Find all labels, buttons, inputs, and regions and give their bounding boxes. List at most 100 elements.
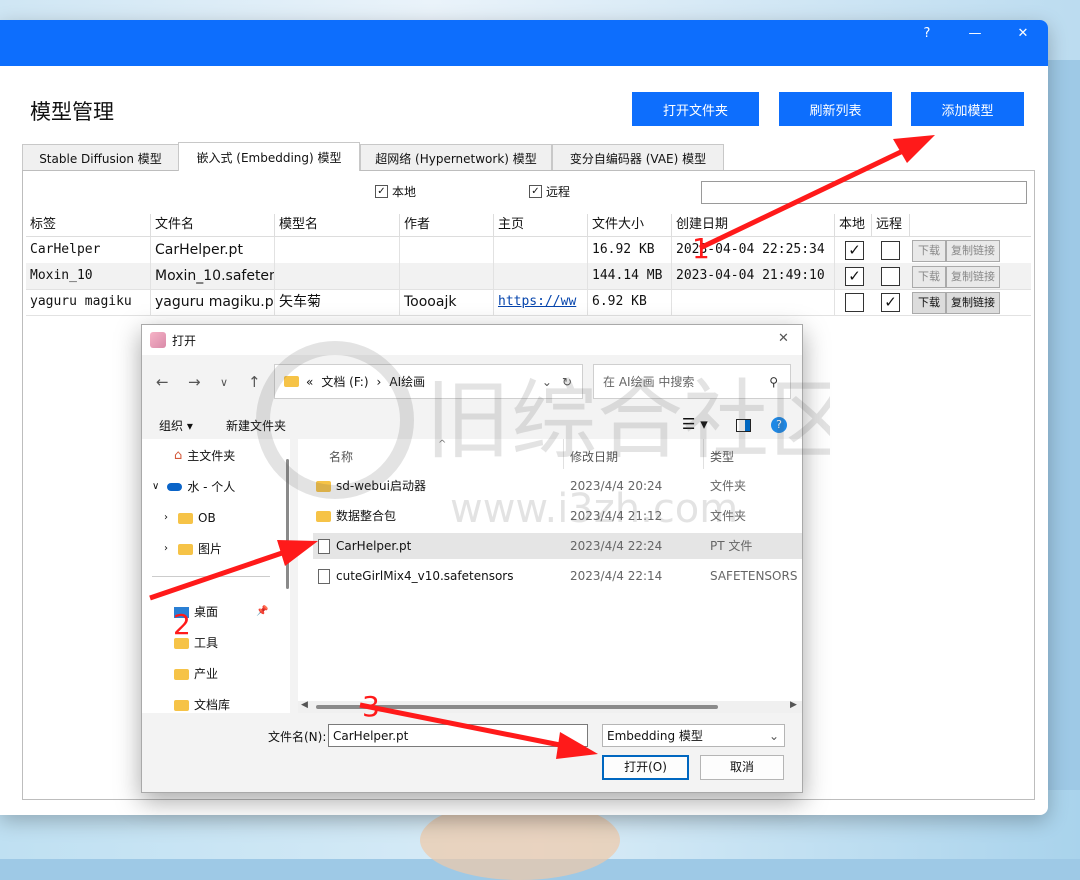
sort-ascending-icon: ^ — [438, 439, 447, 450]
minimize-button[interactable]: — — [960, 26, 990, 46]
dialog-close-button[interactable]: ✕ — [778, 331, 789, 346]
local-checkbox-cell[interactable] — [845, 293, 864, 312]
table-row[interactable]: Moxin_10 Moxin_10.safetens 144.14 MB 202… — [26, 263, 1031, 290]
column-divider[interactable] — [563, 439, 564, 469]
tree-scrollbar[interactable] — [286, 459, 289, 589]
organize-menu[interactable]: 组织 ▾ — [159, 417, 193, 434]
tree-item-pictures[interactable]: › 图片 — [164, 538, 222, 560]
tab-vae[interactable]: 变分自编码器 (VAE) 模型 — [552, 144, 724, 171]
cell-size: 6.92 KB — [588, 289, 672, 315]
filename-input[interactable]: CarHelper.pt — [328, 724, 588, 747]
scroll-right-icon[interactable]: ▶ — [790, 700, 797, 710]
tree-item-home[interactable]: ⌂ 主文件夹 — [174, 445, 235, 467]
column-header-filename[interactable]: 文件名 — [151, 214, 275, 236]
download-button[interactable]: 下载 — [912, 266, 946, 288]
horizontal-scrollbar[interactable]: ◀ ▶ — [298, 700, 802, 713]
file-row-selected[interactable]: CarHelper.pt 2023/4/4 22:24 PT 文件 — [313, 533, 802, 559]
column-header-author[interactable]: 作者 — [400, 214, 494, 236]
local-checkbox-cell[interactable]: ✓ — [845, 241, 864, 260]
address-bar[interactable]: « 文档 (F:) › AI绘画 ⌄ ↻ — [274, 364, 583, 399]
copy-link-button[interactable]: 复制链接 — [946, 292, 1000, 314]
remote-checkbox-cell[interactable]: ✓ — [881, 293, 900, 312]
tree-item-tools[interactable]: 工具 — [174, 632, 218, 654]
view-options-icon[interactable]: ☰ ▾ — [682, 415, 708, 433]
tab-hypernetwork[interactable]: 超网络 (Hypernetwork) 模型 — [360, 144, 552, 171]
cell-date: 2023-04-04 21:49:10 — [672, 263, 835, 289]
folder-icon — [174, 699, 189, 711]
cancel-button[interactable]: 取消 — [700, 755, 784, 780]
download-button[interactable]: 下载 — [912, 240, 946, 262]
column-header-tag[interactable]: 标签 — [26, 214, 151, 236]
remote-filter[interactable]: ✓ 远程 — [529, 183, 570, 200]
help-button[interactable]: ? — [912, 26, 942, 46]
file-type: SAFETENSORS ... — [710, 569, 802, 583]
remote-checkbox[interactable]: ✓ — [529, 185, 542, 198]
download-button[interactable]: 下载 — [912, 292, 946, 314]
cell-filename: Moxin_10.safetens — [151, 263, 275, 289]
open-folder-button[interactable]: 打开文件夹 — [632, 92, 759, 126]
copy-link-button[interactable]: 复制链接 — [946, 266, 1000, 288]
recent-chevron-icon[interactable]: ∨ — [220, 376, 228, 389]
column-header-size[interactable]: 文件大小 — [588, 214, 672, 236]
column-header-local[interactable]: 本地 — [835, 214, 872, 236]
new-folder-button[interactable]: 新建文件夹 — [226, 417, 286, 434]
local-checkbox[interactable]: ✓ — [375, 185, 388, 198]
table-row[interactable]: CarHelper CarHelper.pt 16.92 KB 2023-04-… — [26, 237, 1031, 264]
filter-search-input[interactable] — [701, 181, 1027, 204]
tree-item-industry[interactable]: 产业 — [174, 663, 218, 685]
tab-embedding[interactable]: 嵌入式 (Embedding) 模型 — [178, 142, 360, 171]
scroll-left-icon[interactable]: ◀ — [301, 700, 308, 710]
close-button[interactable]: ✕ — [1008, 26, 1038, 46]
help-icon[interactable]: ? — [771, 417, 787, 433]
column-header-model-name[interactable]: 模型名 — [275, 214, 400, 236]
refresh-icon[interactable]: ↻ — [562, 375, 572, 389]
preview-pane-icon[interactable] — [736, 419, 751, 432]
search-input[interactable]: 在 AI绘画 中搜索 ⚲ — [593, 364, 791, 399]
open-button[interactable]: 打开(O) — [602, 755, 689, 780]
column-header-date[interactable]: 修改日期 — [570, 448, 618, 465]
column-header-date[interactable]: 创建日期 — [672, 214, 835, 236]
local-filter[interactable]: ✓ 本地 — [375, 183, 416, 200]
back-arrow-icon[interactable]: ← — [156, 373, 169, 391]
chevron-down-icon: ⌄ — [769, 729, 780, 743]
add-model-button[interactable]: 添加模型 — [911, 92, 1024, 126]
tab-stable-diffusion[interactable]: Stable Diffusion 模型 — [22, 144, 179, 171]
refresh-list-button[interactable]: 刷新列表 — [779, 92, 892, 126]
homepage-link[interactable]: https://ww — [494, 289, 588, 315]
address-dropdown-icon[interactable]: ⌄ — [542, 375, 552, 389]
tree-item-ob[interactable]: › OB — [164, 507, 216, 529]
column-header-remote[interactable]: 远程 — [872, 214, 910, 236]
title-bar: ? — ✕ — [0, 20, 1048, 66]
tree-item-desktop[interactable]: 桌面 📌 — [174, 601, 268, 623]
column-divider[interactable] — [703, 439, 704, 469]
breadcrumb-folder[interactable]: AI绘画 — [389, 373, 425, 390]
forward-arrow-icon[interactable]: → — [188, 373, 201, 391]
copy-link-button[interactable]: 复制链接 — [946, 240, 1000, 262]
filetype-select[interactable]: Embedding 模型 ⌄ — [602, 724, 785, 747]
cell-size: 144.14 MB — [588, 263, 672, 289]
file-date: 2023/4/4 20:24 — [570, 479, 663, 493]
scroll-thumb[interactable] — [316, 705, 718, 709]
chevron-down-icon: ∨ — [152, 481, 160, 492]
tree-item-documents[interactable]: 文档库 — [174, 694, 230, 713]
table-row[interactable]: yaguru magiku yaguru magiku.pt 矢车菊 Toooa… — [26, 289, 1031, 316]
pin-icon[interactable]: 📌 — [256, 601, 268, 623]
tree-item-onedrive[interactable]: ∨ 水 - 个人 — [152, 476, 235, 498]
file-row[interactable]: sd-webui启动器 2023/4/4 20:24 文件夹 — [313, 473, 802, 499]
search-icon: ⚲ — [769, 374, 778, 389]
tree-label: 主文件夹 — [187, 449, 236, 463]
remote-checkbox-cell[interactable] — [881, 241, 900, 260]
up-arrow-icon[interactable]: ↑ — [248, 373, 261, 391]
column-header-type[interactable]: 类型 — [710, 448, 734, 465]
local-checkbox-cell[interactable]: ✓ — [845, 267, 864, 286]
file-row[interactable]: cuteGirlMix4_v10.safetensors 2023/4/4 22… — [313, 563, 802, 589]
chevron-right-icon: › — [164, 543, 168, 554]
file-name: sd-webui启动器 — [336, 479, 426, 493]
dialog-title-bar: 打开 ✕ — [142, 325, 802, 355]
breadcrumb-prefix[interactable]: « — [306, 375, 313, 389]
column-header-homepage[interactable]: 主页 — [494, 214, 588, 236]
remote-checkbox-cell[interactable] — [881, 267, 900, 286]
column-header-name[interactable]: 名称 — [329, 448, 353, 465]
breadcrumb-drive[interactable]: 文档 (F:) — [321, 373, 368, 390]
file-row[interactable]: 数据整合包 2023/4/4 21:12 文件夹 — [313, 503, 802, 529]
